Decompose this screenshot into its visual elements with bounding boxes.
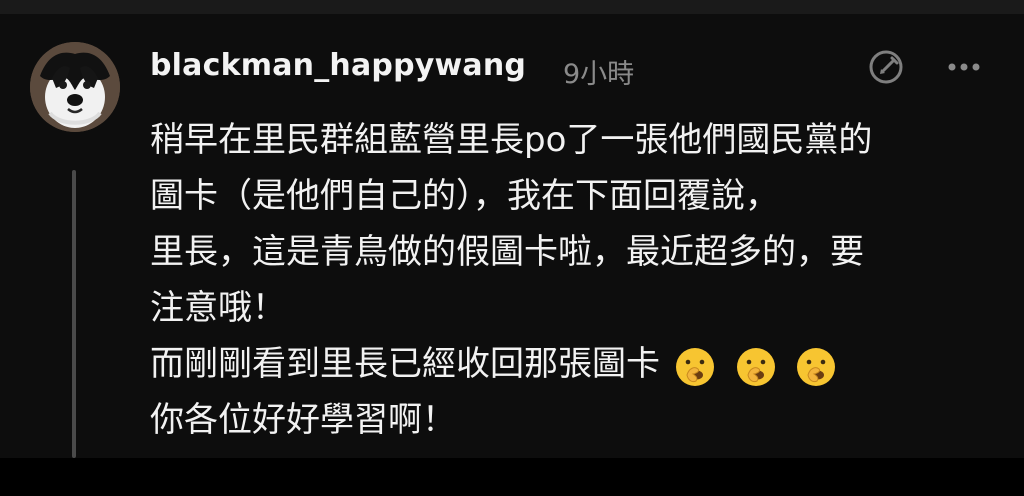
more-options-icon-svg — [948, 63, 980, 71]
emoji-row — [673, 338, 845, 394]
username[interactable]: blackman_happywang — [150, 48, 526, 83]
comment-line: 而剛剛看到里長已經收回那張圖卡 — [150, 344, 660, 384]
shushing-face-icon — [675, 348, 714, 386]
comment-line: 注意哦！ — [150, 288, 286, 328]
comment-line-with-emoji: 而剛剛看到里長已經收回那張圖卡 — [150, 336, 1010, 392]
comment-line: 稍早在里民群組藍營里長po了一張他們國民黨的 — [150, 120, 873, 160]
edit-icon[interactable] — [866, 46, 908, 88]
comment-line: 圖卡（是他們自己的），我在下面回覆說， — [150, 176, 779, 216]
edit-icon-svg — [869, 50, 903, 84]
comment-screen: blackman_happywang 9小時 稍早在里民群組藍營里長po了一張他… — [0, 0, 1024, 496]
thread-line — [72, 170, 76, 458]
avatar[interactable] — [30, 42, 120, 132]
comment-line: 里長，這是青鳥做的假圖卡啦，最近超多的，要 — [150, 232, 864, 272]
comment-body: 稍早在里民群組藍營里長po了一張他們國民黨的 圖卡（是他們自己的），我在下面回覆… — [150, 112, 1010, 448]
bottom-black-bar — [0, 458, 1024, 496]
shushing-face-icon — [736, 348, 775, 386]
top-strip — [0, 0, 1024, 14]
more-options-icon[interactable] — [944, 50, 984, 84]
border-collie-avatar-image — [30, 42, 120, 132]
shushing-face-icon — [797, 348, 836, 386]
comment-line: 你各位好好學習啊！ — [150, 400, 456, 440]
timestamp: 9小時 — [563, 59, 635, 90]
